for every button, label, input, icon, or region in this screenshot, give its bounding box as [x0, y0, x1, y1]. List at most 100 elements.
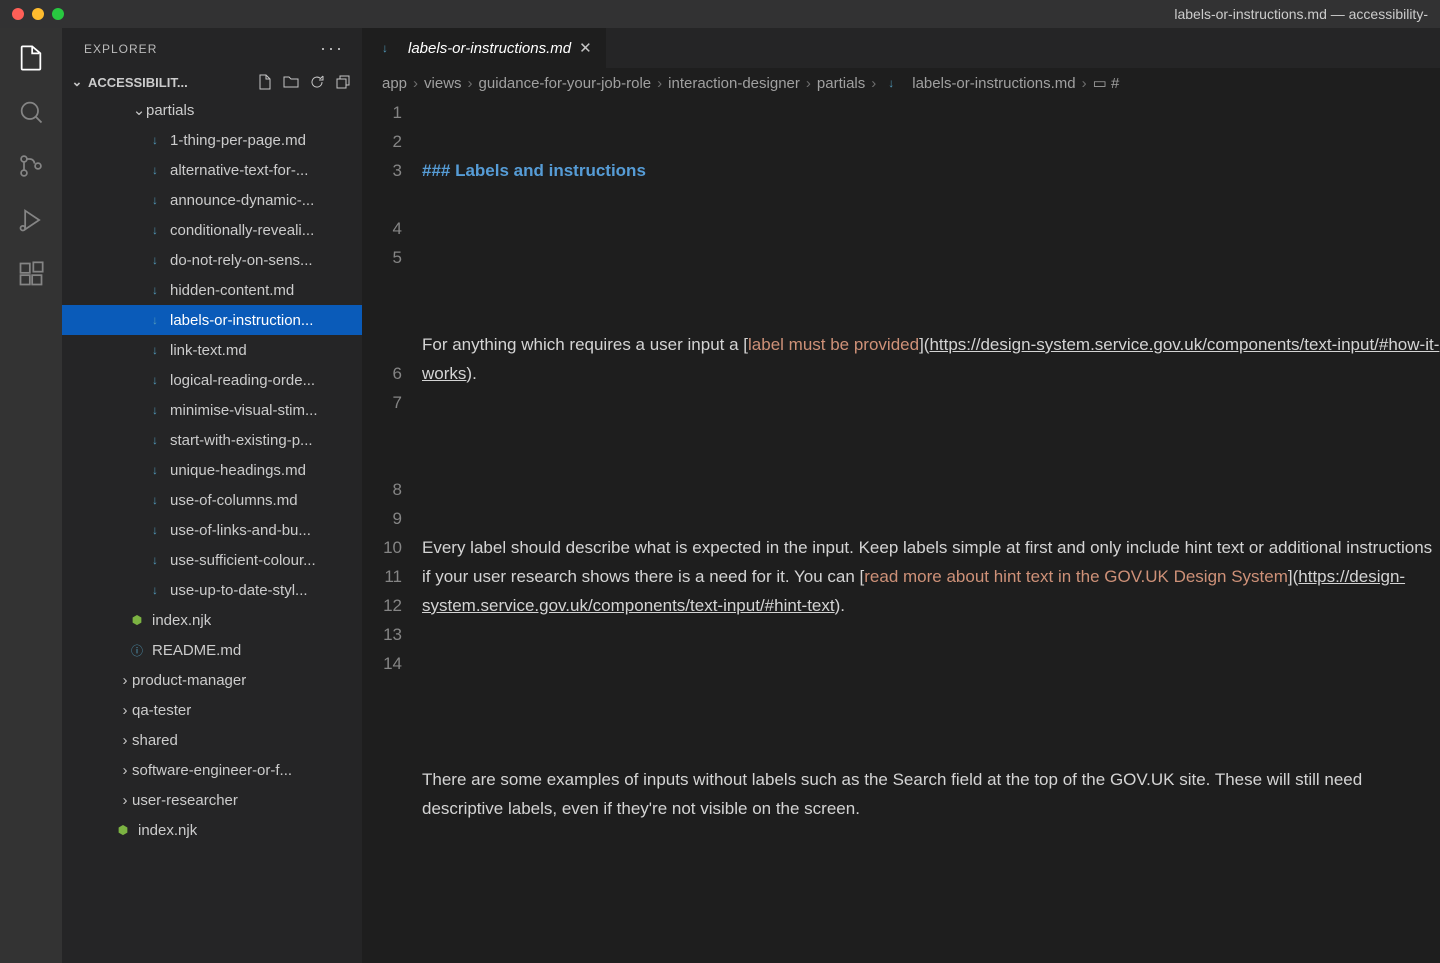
file-item[interactable]: ↓ start-with-existing-p...	[62, 425, 362, 455]
maximize-window-icon[interactable]	[52, 8, 64, 20]
breadcrumb-item[interactable]: guidance-for-your-job-role	[479, 75, 652, 92]
markdown-file-icon: ↓	[146, 431, 164, 449]
markdown-file-icon: ↓	[146, 161, 164, 179]
file-label: alternative-text-for-...	[170, 162, 308, 179]
file-readme[interactable]: ⓘ README.md	[62, 635, 362, 665]
folder-item[interactable]: ›software-engineer-or-f...	[62, 755, 362, 785]
source-control-icon[interactable]	[13, 148, 49, 184]
file-label: hidden-content.md	[170, 282, 294, 299]
folder-label: user-researcher	[132, 792, 238, 809]
project-name: ACCESSIBILIT...	[88, 75, 188, 90]
search-icon[interactable]	[13, 94, 49, 130]
file-label: conditionally-reveali...	[170, 222, 314, 239]
tab-labels-or-instructions[interactable]: ↓ labels-or-instructions.md ✕	[362, 28, 607, 68]
chevron-right-icon: ›	[118, 672, 132, 689]
file-label: start-with-existing-p...	[170, 432, 313, 449]
markdown-file-icon: ↓	[146, 311, 164, 329]
file-label: link-text.md	[170, 342, 247, 359]
file-label: 1-thing-per-page.md	[170, 132, 306, 149]
file-index-njk-2[interactable]: ⬢ index.njk	[62, 815, 362, 845]
njk-file-icon: ⬢	[128, 611, 146, 629]
folder-item[interactable]: ›shared	[62, 725, 362, 755]
run-debug-icon[interactable]	[13, 202, 49, 238]
file-label: use-sufficient-colour...	[170, 552, 316, 569]
folder-item[interactable]: ›user-researcher	[62, 785, 362, 815]
breadcrumb-item[interactable]: app	[382, 75, 407, 92]
sidebar: EXPLORER ··· ⌄ ACCESSIBILIT... ⌄ partial…	[62, 28, 362, 963]
markdown-file-icon: ↓	[146, 341, 164, 359]
breadcrumb-item[interactable]: partials	[817, 75, 865, 92]
markdown-file-icon: ↓	[146, 461, 164, 479]
activity-bar	[0, 28, 62, 963]
chevron-right-icon: ›	[118, 762, 132, 779]
extensions-icon[interactable]	[13, 256, 49, 292]
file-index-njk[interactable]: ⬢ index.njk	[62, 605, 362, 635]
new-folder-icon[interactable]	[282, 73, 300, 91]
markdown-file-icon: ↓	[146, 131, 164, 149]
close-icon[interactable]: ✕	[579, 39, 592, 57]
window-controls	[12, 8, 64, 20]
tab-bar: ↓ labels-or-instructions.md ✕	[362, 28, 1440, 68]
folder-label: product-manager	[132, 672, 246, 689]
file-item[interactable]: ↓ hidden-content.md	[62, 275, 362, 305]
code-content[interactable]: ### Labels and instructions For anything…	[422, 98, 1440, 963]
file-label: labels-or-instruction...	[170, 312, 313, 329]
file-item[interactable]: ↓ use-of-links-and-bu...	[62, 515, 362, 545]
folder-partials[interactable]: ⌄ partials	[62, 95, 362, 125]
markdown-file-icon: ↓	[146, 551, 164, 569]
folder-label: software-engineer-or-f...	[132, 762, 292, 779]
file-item[interactable]: ↓ use-of-columns.md	[62, 485, 362, 515]
folder-item[interactable]: ›qa-tester	[62, 695, 362, 725]
file-item[interactable]: ↓ minimise-visual-stim...	[62, 395, 362, 425]
info-file-icon: ⓘ	[128, 641, 146, 659]
file-item[interactable]: ↓ unique-headings.md	[62, 455, 362, 485]
markdown-file-icon: ↓	[882, 74, 900, 92]
file-label: do-not-rely-on-sens...	[170, 252, 313, 269]
breadcrumbs[interactable]: app› views› guidance-for-your-job-role› …	[362, 68, 1440, 98]
file-label: use-of-links-and-bu...	[170, 522, 311, 539]
file-item[interactable]: ↓ labels-or-instruction...	[62, 305, 362, 335]
window-title: labels-or-instructions.md — accessibilit…	[1174, 6, 1428, 22]
folder-label: qa-tester	[132, 702, 191, 719]
file-item[interactable]: ↓use-up-to-date-styl...	[62, 575, 362, 605]
markdown-file-icon: ↓	[146, 281, 164, 299]
markdown-file-icon: ↓	[146, 521, 164, 539]
new-file-icon[interactable]	[256, 73, 274, 91]
markdown-file-icon: ↓	[146, 491, 164, 509]
file-label: use-of-columns.md	[170, 492, 298, 509]
file-item[interactable]: ↓logical-reading-orde...	[62, 365, 362, 395]
markdown-file-icon: ↓	[146, 371, 164, 389]
markdown-file-icon: ↓	[146, 401, 164, 419]
close-window-icon[interactable]	[12, 8, 24, 20]
file-label: unique-headings.md	[170, 462, 306, 479]
folder-item[interactable]: ›product-manager	[62, 665, 362, 695]
breadcrumb-item[interactable]: interaction-designer	[668, 75, 800, 92]
file-label: minimise-visual-stim...	[170, 402, 318, 419]
symbol-icon: ▭ #	[1093, 74, 1120, 92]
project-actions	[256, 73, 352, 91]
chevron-right-icon: ›	[118, 702, 132, 719]
breadcrumb-item[interactable]: labels-or-instructions.md	[912, 75, 1075, 92]
file-item[interactable]: ↓ use-sufficient-colour...	[62, 545, 362, 575]
chevron-down-icon: ⌄	[132, 101, 146, 119]
minimize-window-icon[interactable]	[32, 8, 44, 20]
project-header[interactable]: ⌄ ACCESSIBILIT...	[62, 69, 362, 95]
editor-area: ↓ labels-or-instructions.md ✕ app› views…	[362, 28, 1440, 963]
folder-label: shared	[132, 732, 178, 749]
refresh-icon[interactable]	[308, 73, 326, 91]
explorer-icon[interactable]	[13, 40, 49, 76]
file-item[interactable]: ↓announce-dynamic-...	[62, 185, 362, 215]
file-item[interactable]: ↓do-not-rely-on-sens...	[62, 245, 362, 275]
breadcrumb-item[interactable]: views	[424, 75, 462, 92]
chevron-right-icon: ›	[118, 732, 132, 749]
code-editor[interactable]: 123.45...67..891011121314 ### Labels and…	[362, 98, 1440, 963]
collapse-all-icon[interactable]	[334, 73, 352, 91]
markdown-file-icon: ↓	[146, 221, 164, 239]
file-item[interactable]: ↓ 1-thing-per-page.md	[62, 125, 362, 155]
file-item[interactable]: ↓ link-text.md	[62, 335, 362, 365]
file-item[interactable]: ↓ conditionally-reveali...	[62, 215, 362, 245]
more-actions-icon[interactable]: ···	[320, 38, 344, 59]
line-numbers: 123.45...67..891011121314	[362, 98, 422, 963]
file-tree: ⌄ partials ↓ 1-thing-per-page.md ↓ alternat…	[62, 95, 362, 963]
file-item[interactable]: ↓ alternative-text-for-...	[62, 155, 362, 185]
